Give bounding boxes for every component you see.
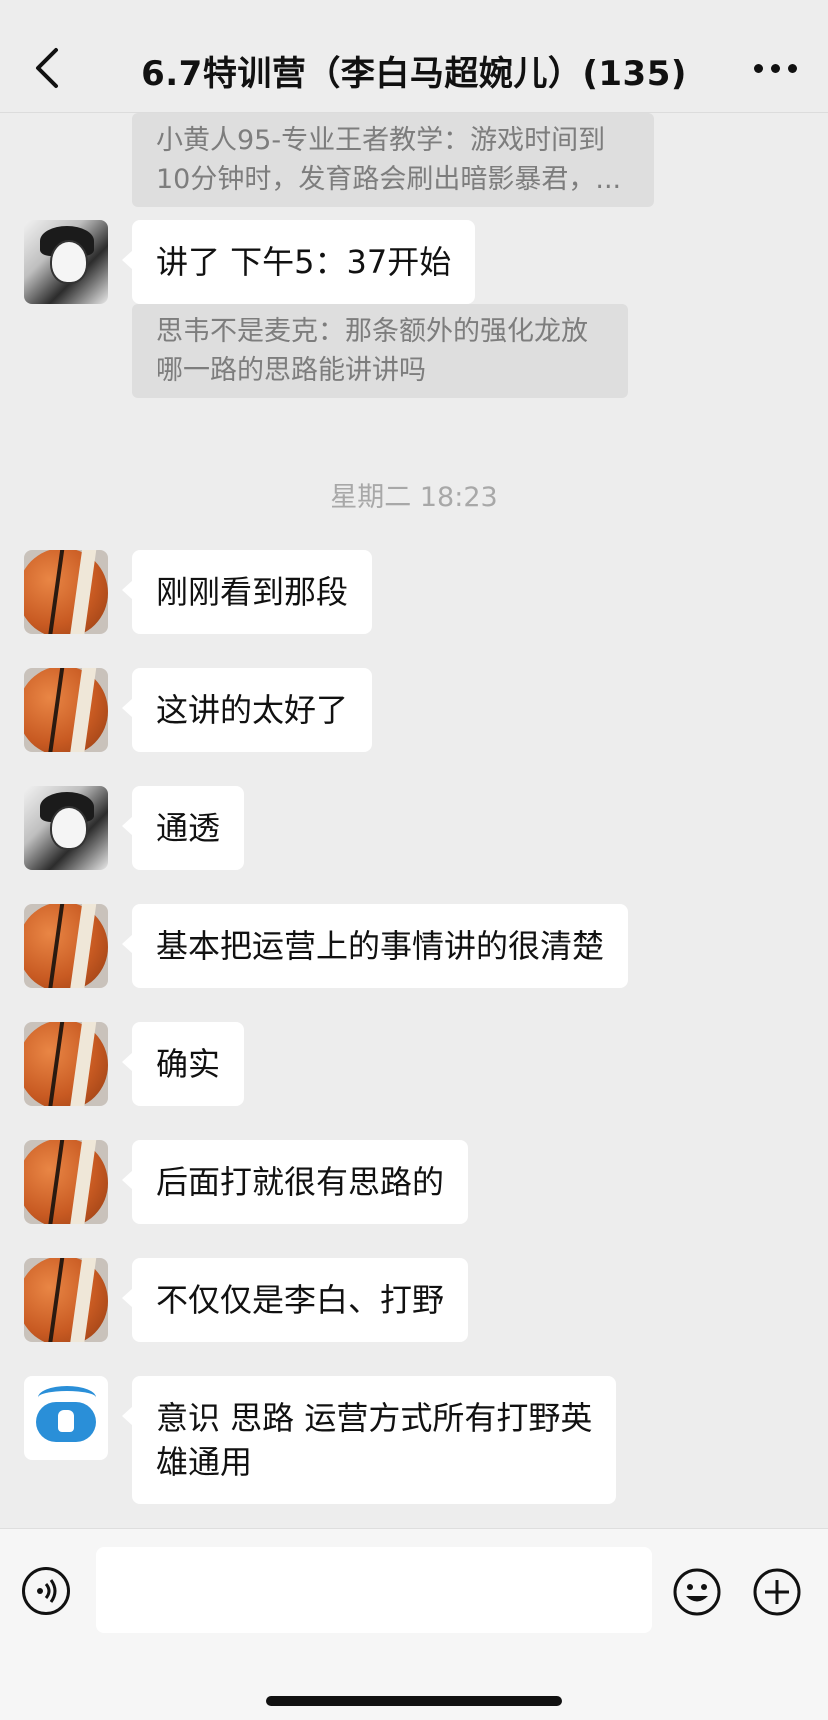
message-line: 意识 思路 运营方式所有打野英 bbox=[156, 1399, 593, 1437]
message-bubble[interactable]: 意识 思路 运营方式所有打野英 雄通用 bbox=[121, 1376, 617, 1504]
basketball-avatar[interactable] bbox=[24, 904, 108, 988]
message-line: 雄通用 bbox=[156, 1443, 253, 1481]
emoji-icon[interactable] bbox=[672, 1567, 722, 1617]
home-indicator[interactable] bbox=[266, 1696, 562, 1706]
basketball-avatar[interactable] bbox=[24, 550, 108, 634]
message-bubble[interactable]: 不仅仅是李白、打野 bbox=[121, 1258, 469, 1342]
chat-header: 6.7特训营（李白马超婉儿）(135) bbox=[0, 0, 828, 113]
basketball-avatar[interactable] bbox=[24, 1140, 108, 1224]
quote-line: 哪一路的思路能讲讲吗 bbox=[156, 355, 426, 386]
message-bubble[interactable]: 通透 bbox=[121, 786, 245, 870]
message-bubble[interactable]: 刚刚看到那段 bbox=[121, 550, 373, 634]
message-bubble[interactable]: 这讲的太好了 bbox=[121, 668, 373, 752]
message-input[interactable] bbox=[96, 1547, 652, 1633]
message-bubble[interactable]: 基本把运营上的事情讲的很清楚 bbox=[121, 904, 629, 988]
plus-icon[interactable] bbox=[752, 1567, 802, 1617]
quote-line: 思韦不是麦克：那条额外的强化龙放 bbox=[156, 316, 588, 347]
message-bubble[interactable]: 讲了 下午5：37开始 bbox=[121, 220, 476, 304]
anime-avatar[interactable] bbox=[24, 220, 108, 304]
timestamp: 星期二 18:23 bbox=[330, 482, 498, 513]
input-bar bbox=[0, 1528, 828, 1720]
voice-icon[interactable] bbox=[22, 1567, 70, 1615]
more-dots-icon[interactable] bbox=[754, 64, 798, 74]
basketball-avatar[interactable] bbox=[24, 1258, 108, 1342]
basketball-avatar[interactable] bbox=[24, 668, 108, 752]
chat-title: 6.7特训营（李白马超婉儿）(135) bbox=[141, 54, 687, 94]
message-bubble[interactable]: 后面打就很有思路的 bbox=[121, 1140, 469, 1224]
message-list[interactable]: 小黄人95-专业王者教学：游戏时间到 10分钟时，发育路会刷出暗影暴君，... … bbox=[0, 113, 828, 1528]
logo-avatar[interactable] bbox=[24, 1376, 108, 1460]
quoted-message[interactable]: 思韦不是麦克：那条额外的强化龙放 哪一路的思路能讲讲吗 bbox=[132, 304, 628, 398]
basketball-avatar[interactable] bbox=[24, 1022, 108, 1106]
message-bubble[interactable]: 确实 bbox=[121, 1022, 245, 1106]
quoted-message[interactable]: 小黄人95-专业王者教学：游戏时间到 10分钟时，发育路会刷出暗影暴君，... bbox=[132, 113, 654, 207]
quote-line: 10分钟时，发育路会刷出暗影暴君，... bbox=[156, 164, 622, 195]
anime-avatar[interactable] bbox=[24, 786, 108, 870]
quote-line: 小黄人95-专业王者教学：游戏时间到 bbox=[156, 125, 606, 156]
